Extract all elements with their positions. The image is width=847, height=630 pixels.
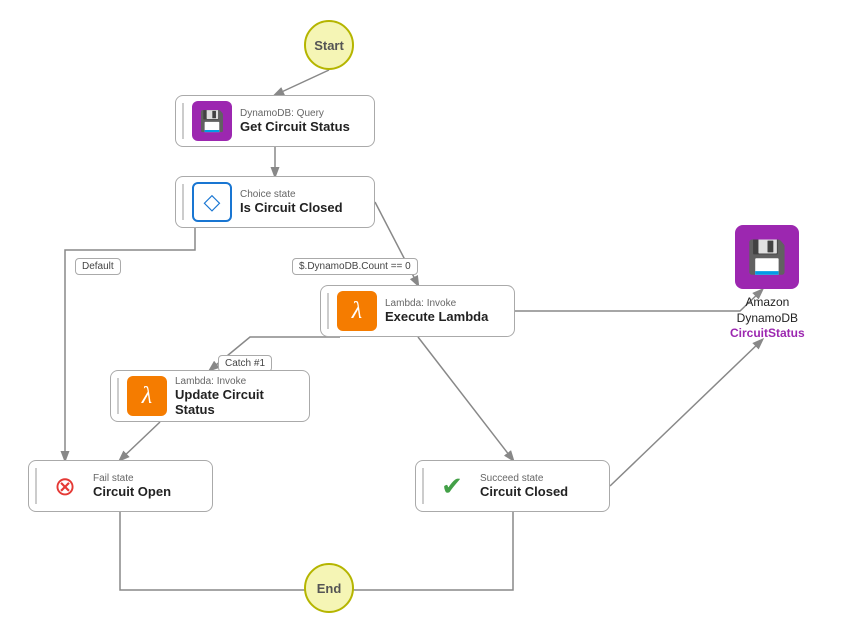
- dynamo-query-node[interactable]: 💾 DynamoDB: Query Get Circuit Status: [175, 95, 375, 147]
- node-separator: [117, 378, 119, 414]
- circuit-closed-icon: ✔: [432, 466, 472, 506]
- start-label: Start: [314, 38, 344, 53]
- node-separator: [422, 468, 424, 504]
- dynamo-query-subtitle: DynamoDB: Query: [240, 108, 350, 119]
- update-circuit-text: Lambda: Invoke Update Circuit Status: [175, 376, 297, 417]
- update-circuit-node[interactable]: λ Lambda: Invoke Update Circuit Status: [110, 370, 310, 422]
- execute-lambda-subtitle: Lambda: Invoke: [385, 298, 488, 309]
- execute-lambda-icon: λ: [337, 291, 377, 331]
- update-circuit-icon: λ: [127, 376, 167, 416]
- node-separator: [35, 468, 37, 504]
- dynamo-query-icon: 💾: [192, 101, 232, 141]
- update-circuit-title: Update Circuit Status: [175, 387, 297, 417]
- choice-state-text: Choice state Is Circuit Closed: [240, 189, 343, 215]
- execute-lambda-node[interactable]: λ Lambda: Invoke Execute Lambda: [320, 285, 515, 337]
- circuit-open-icon: ⊗: [45, 466, 85, 506]
- default-label: Default: [75, 258, 121, 275]
- circuit-open-title: Circuit Open: [93, 484, 171, 499]
- node-separator: [182, 103, 184, 139]
- choice-state-icon: ◇: [192, 182, 232, 222]
- choice-state-title: Is Circuit Closed: [240, 200, 343, 215]
- start-node: Start: [304, 20, 354, 70]
- condition-label: $.DynamoDB.Count == 0: [292, 258, 418, 275]
- end-label: End: [317, 581, 342, 596]
- choice-state-subtitle: Choice state: [240, 189, 343, 200]
- circuit-closed-text: Succeed state Circuit Closed: [480, 473, 568, 499]
- dynamo-query-text: DynamoDB: Query Get Circuit Status: [240, 108, 350, 134]
- dynamo-query-title: Get Circuit Status: [240, 119, 350, 134]
- execute-lambda-title: Execute Lambda: [385, 309, 488, 324]
- circuit-closed-node[interactable]: ✔ Succeed state Circuit Closed: [415, 460, 610, 512]
- circuit-closed-title: Circuit Closed: [480, 484, 568, 499]
- circuit-open-node[interactable]: ⊗ Fail state Circuit Open: [28, 460, 213, 512]
- dynamo-resource-label: AmazonDynamoDBCircuitStatus: [730, 295, 805, 342]
- circuit-open-subtitle: Fail state: [93, 473, 171, 484]
- execute-lambda-text: Lambda: Invoke Execute Lambda: [385, 298, 488, 324]
- node-separator: [182, 184, 184, 220]
- workflow-canvas: Start 💾 DynamoDB: Query Get Circuit Stat…: [0, 0, 847, 630]
- circuit-open-text: Fail state Circuit Open: [93, 473, 171, 499]
- dynamo-resource: 💾 AmazonDynamoDBCircuitStatus: [730, 225, 805, 342]
- choice-state-node[interactable]: ◇ Choice state Is Circuit Closed: [175, 176, 375, 228]
- update-circuit-subtitle: Lambda: Invoke: [175, 376, 297, 387]
- dynamo-resource-icon: 💾: [735, 225, 799, 289]
- end-node: End: [304, 563, 354, 613]
- node-separator: [327, 293, 329, 329]
- circuit-closed-subtitle: Succeed state: [480, 473, 568, 484]
